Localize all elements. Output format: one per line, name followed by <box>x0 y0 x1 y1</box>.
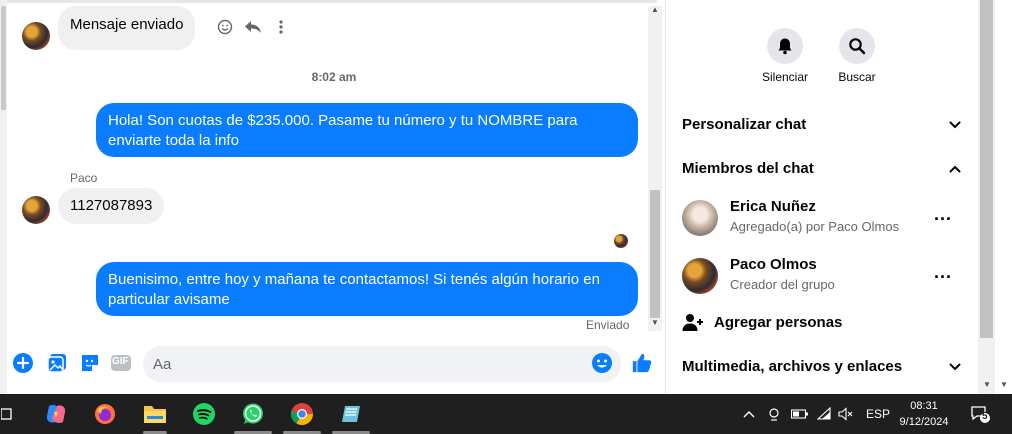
avatar[interactable] <box>22 22 50 50</box>
header-divider <box>7 0 657 3</box>
like-icon[interactable] <box>631 352 653 374</box>
customize-chat-section[interactable]: Personalizar chat <box>682 116 966 133</box>
chevron-up-icon <box>949 165 961 173</box>
message-bubble-incoming[interactable]: 1127087893 <box>58 188 165 224</box>
sticker-icon[interactable] <box>79 352 101 374</box>
composer: GIF <box>7 338 665 394</box>
react-icon[interactable] <box>216 18 234 36</box>
member-name: Paco Olmos <box>730 256 817 273</box>
read-receipt-avatar <box>614 234 628 248</box>
chevron-down-icon <box>949 121 961 129</box>
add-people-label: Agregar personas <box>714 314 843 331</box>
plus-icon[interactable] <box>12 352 34 374</box>
chat-info-panel: Silenciar Buscar Personalizar chat Miemb… <box>666 0 978 394</box>
member-subtitle: Agregado(a) por Paco Olmos <box>730 219 900 234</box>
left-scrollbar[interactable] <box>0 0 7 394</box>
search-icon <box>839 28 875 64</box>
member-more-button[interactable]: ... <box>934 204 952 225</box>
message-text: 1127087893 <box>70 197 153 214</box>
firefox-icon[interactable] <box>93 402 117 426</box>
file-explorer-icon[interactable] <box>143 402 167 426</box>
scroll-down-icon[interactable]: ▼ <box>651 318 659 327</box>
message-input-container <box>143 346 621 382</box>
message-bubble-incoming[interactable]: Mensaje enviado <box>58 6 196 50</box>
avatar[interactable] <box>22 196 50 224</box>
reply-icon[interactable] <box>244 18 262 36</box>
message-bubble-outgoing[interactable]: Hola! Son cuotas de $235.000. Pasame tu … <box>96 103 638 157</box>
mute-button[interactable]: Silenciar <box>753 28 817 84</box>
clock-date: 9/12/2024 <box>899 416 949 428</box>
mute-label: Silenciar <box>761 70 809 84</box>
emoji-icon[interactable] <box>591 352 613 374</box>
left-scrollbar-thumb[interactable] <box>1 6 6 110</box>
messenger-window: Mensaje enviado 8:02 am Hola! Son cuotas… <box>0 0 1012 394</box>
notepad-icon[interactable] <box>339 402 363 426</box>
chrome-icon[interactable] <box>290 402 314 426</box>
taskbar: ESP 08:31 9/12/2024 5 <box>0 394 1012 434</box>
task-view-icon[interactable] <box>0 402 14 426</box>
message-timestamp: 8:02 am <box>311 70 357 84</box>
message-actions <box>216 18 290 36</box>
message-input[interactable] <box>153 354 583 374</box>
chat-thread: Mensaje enviado 8:02 am Hola! Son cuotas… <box>7 0 665 394</box>
member-more-button[interactable]: ... <box>934 262 952 283</box>
chat-members-section[interactable]: Miembros del chat <box>682 160 966 177</box>
notifications-icon[interactable]: 5 <box>970 404 990 424</box>
member-subtitle: Creador del grupo <box>730 277 835 292</box>
gif-label: GIF <box>112 356 129 367</box>
message-bubble-outgoing[interactable]: Buenisimo, entre hoy y mañana te contact… <box>96 262 638 316</box>
notification-count: 5 <box>982 411 988 422</box>
message-text: Hola! Son cuotas de $235.000. Pasame tu … <box>108 112 578 149</box>
panel-scrollbar-track[interactable] <box>978 0 995 394</box>
chevron-down-icon <box>949 363 961 371</box>
bell-icon <box>767 28 803 64</box>
add-people-button[interactable]: Agregar personas <box>682 312 962 336</box>
webcam-icon[interactable] <box>767 394 781 434</box>
language-indicator[interactable]: ESP <box>866 394 890 434</box>
media-files-section[interactable]: Multimedia, archivos y enlaces <box>682 358 966 375</box>
image-icon[interactable] <box>46 352 68 374</box>
whatsapp-icon[interactable] <box>241 402 265 426</box>
scroll-up-icon[interactable]: ▲ <box>651 5 659 14</box>
member-name: Erica Nuñez <box>730 198 816 215</box>
message-text: Mensaje enviado <box>70 16 184 33</box>
volume-muted-icon[interactable] <box>838 394 854 434</box>
battery-icon[interactable] <box>791 394 809 434</box>
add-person-icon <box>682 314 703 331</box>
panel-scrollbar-thumb[interactable] <box>980 0 993 338</box>
system-clock[interactable]: 08:31 9/12/2024 <box>894 398 954 430</box>
gif-icon[interactable]: GIF <box>109 352 133 374</box>
media-files-label: Multimedia, archivos y enlaces <box>682 358 903 375</box>
sender-name: Paco <box>70 171 98 185</box>
search-button[interactable]: Buscar <box>825 28 889 84</box>
scroll-down-icon[interactable]: ▼ <box>1000 380 1008 389</box>
member-item[interactable]: Paco Olmos Creador del grupo ... <box>682 256 966 300</box>
spotify-icon[interactable] <box>192 402 216 426</box>
copilot-icon[interactable] <box>44 402 68 426</box>
customize-chat-label: Personalizar chat <box>682 116 807 133</box>
scroll-down-icon[interactable]: ▼ <box>983 380 991 389</box>
search-label: Buscar <box>838 70 876 84</box>
avatar <box>682 200 718 236</box>
chat-scrollbar-thumb[interactable] <box>650 190 660 318</box>
chat-members-label: Miembros del chat <box>682 160 814 177</box>
avatar <box>682 258 718 294</box>
clock-time: 08:31 <box>910 400 938 412</box>
show-hidden-icons[interactable] <box>742 394 756 434</box>
more-options-icon[interactable] <box>272 18 290 36</box>
panel-scrollbar[interactable]: ▼ ▼ <box>978 0 1012 394</box>
wifi-icon[interactable] <box>817 394 833 434</box>
message-text: Buenisimo, entre hoy y mañana te contact… <box>108 271 600 308</box>
chat-scrollbar[interactable]: ▲ ▼ <box>648 5 662 331</box>
member-item[interactable]: Erica Nuñez Agregado(a) por Paco Olmos .… <box>682 198 966 242</box>
delivery-status: Enviado <box>586 318 630 332</box>
